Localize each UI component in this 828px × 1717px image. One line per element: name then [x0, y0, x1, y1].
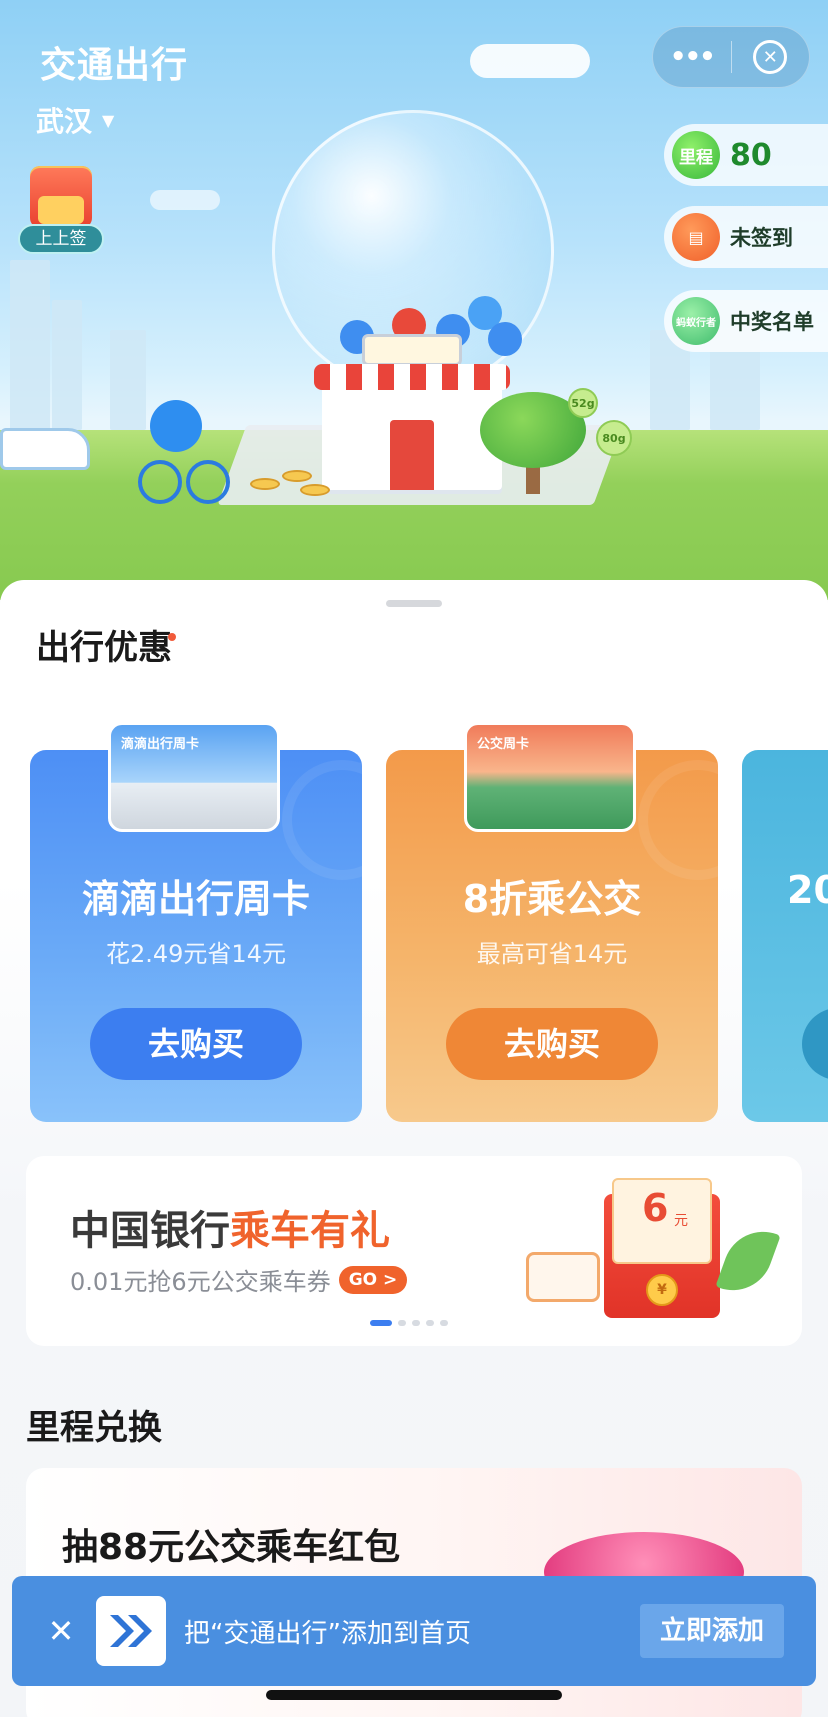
- app-logo-icon: [96, 1596, 166, 1666]
- card-decoration: [638, 760, 758, 880]
- close-x-icon[interactable]: ✕: [34, 1612, 88, 1650]
- carousel-dots: [370, 1320, 448, 1326]
- card-thumbnail: 公交周卡: [464, 722, 636, 832]
- lottery-title: 抽88元公交乘车红包: [62, 1527, 401, 1568]
- banner-subtitle: 0.01元抢6元公交乘车券 GO >: [70, 1262, 408, 1297]
- content-sheet: 出行优惠 滴滴出行周卡 滴滴出行周卡 花2.49元省14元 去购买 公交周卡 8…: [0, 580, 828, 1717]
- hero-banner: 交通出行 武汉 ▼ ••• ✕ 上上签 里程 80 ▤ 未签到 蚂蚁行者 中奖名…: [0, 0, 828, 600]
- banner-title: 中国银行乘车有礼: [70, 1198, 390, 1256]
- mileage-exchange-title: 里程兑换: [26, 1408, 162, 1448]
- store-awning: [314, 364, 510, 390]
- leaf-decoration: [715, 1220, 781, 1302]
- energy-bubble[interactable]: 80g: [596, 420, 632, 456]
- signin-label: 未签到: [730, 226, 793, 250]
- drag-handle[interactable]: [386, 600, 442, 607]
- winners-label: 中奖名单: [730, 310, 814, 334]
- mini-program-capsule: ••• ✕: [652, 26, 810, 88]
- card-subtitle: 最高可省14元: [476, 940, 628, 968]
- yuan-coin-icon: ¥: [646, 1274, 678, 1306]
- red-dot: [168, 633, 176, 641]
- thumbnail-label: 公交周卡: [477, 737, 530, 752]
- page-title: 交通出行: [40, 45, 189, 86]
- city-name: 武汉: [36, 105, 93, 138]
- fortune-draw-button[interactable]: 上上签: [18, 166, 104, 258]
- ball: [488, 322, 522, 356]
- thumbnail-label: 滴滴出行周卡: [121, 737, 200, 752]
- coupon-amount: 6: [642, 1186, 669, 1230]
- offer-card-bus[interactable]: 公交周卡 8折乘公交 最高可省14元 去购买: [386, 722, 758, 1122]
- mileage-icon: 里程: [672, 131, 720, 179]
- offer-card-partial[interactable]: 20: [742, 750, 828, 1122]
- card-name: 滴滴出行周卡: [81, 877, 310, 921]
- cloud: [470, 44, 590, 78]
- home-indicator: [266, 1690, 562, 1700]
- bike-wheel: [186, 460, 230, 504]
- target-close-icon: ✕: [753, 40, 788, 74]
- fortune-label: 上上签: [18, 224, 104, 254]
- fortune-box-icon: [30, 166, 92, 228]
- building: [10, 260, 50, 430]
- coin: [250, 478, 280, 490]
- offers-title: 出行优惠: [36, 620, 180, 669]
- offer-card-didi[interactable]: 滴滴出行周卡 滴滴出行周卡 花2.49元省14元 去购买: [30, 722, 402, 1122]
- carousel-dot[interactable]: [398, 1320, 406, 1326]
- boc-promo-banner[interactable]: 中国银行乘车有礼 0.01元抢6元公交乘车券 GO > 6元 ¥: [26, 1156, 802, 1346]
- coin: [300, 484, 330, 496]
- caret-down-icon: ▼: [102, 110, 115, 130]
- cloud: [150, 190, 220, 210]
- building: [52, 300, 82, 430]
- ant-mascot: [150, 400, 202, 452]
- bike-wheel: [138, 460, 182, 504]
- card-thumbnail: 滴滴出行周卡: [108, 722, 280, 832]
- city-selector[interactable]: 武汉 ▼: [36, 100, 114, 140]
- banner-title-highlight: 乘车有礼: [230, 1208, 390, 1254]
- card-name: 8折乘公交: [462, 877, 642, 921]
- add-now-button[interactable]: 立即添加: [640, 1604, 784, 1658]
- carousel-dot[interactable]: [412, 1320, 420, 1326]
- store-sign: [362, 334, 462, 366]
- carousel-dot-active[interactable]: [370, 1320, 392, 1326]
- bus-icon: [526, 1252, 600, 1302]
- card-name: 20: [787, 868, 828, 912]
- banner-subtitle-text: 0.01元抢6元公交乘车券: [70, 1268, 331, 1296]
- train-illustration: [0, 428, 90, 470]
- add-bar-text: 把“交通出行”添加到首页: [184, 1618, 471, 1649]
- mileage-value: 80: [730, 137, 772, 173]
- carousel-dot[interactable]: [426, 1320, 434, 1326]
- close-button[interactable]: ✕: [732, 40, 810, 74]
- card-subtitle: 花2.49元省14元: [106, 940, 286, 968]
- go-badge[interactable]: GO >: [338, 1265, 408, 1294]
- banner-title-plain: 中国银行: [70, 1208, 230, 1254]
- store-door: [390, 420, 434, 490]
- carousel-dot[interactable]: [440, 1320, 448, 1326]
- mileage-pill[interactable]: 里程 80: [664, 124, 828, 186]
- add-to-home-bar: ✕ 把“交通出行”添加到首页 立即添加: [12, 1576, 816, 1686]
- more-dots-icon[interactable]: •••: [653, 42, 731, 72]
- store-illustration: [314, 334, 510, 490]
- buy-button[interactable]: 去购买: [90, 1008, 302, 1080]
- card-decoration: [282, 760, 402, 880]
- signin-pill[interactable]: ▤ 未签到: [664, 206, 828, 268]
- energy-bubble[interactable]: 52g: [568, 388, 598, 418]
- offers-title-text: 出行优惠: [36, 628, 172, 668]
- coupon-note: 6元: [612, 1178, 712, 1264]
- calendar-icon: ▤: [672, 213, 720, 261]
- buy-button[interactable]: 去购买: [446, 1008, 658, 1080]
- building: [110, 330, 146, 430]
- coin: [282, 470, 312, 482]
- coupon-unit: 元: [674, 1213, 688, 1229]
- winners-pill[interactable]: 蚂蚁行者 中奖名单: [664, 290, 828, 352]
- ant-mascot-icon: 蚂蚁行者: [672, 297, 720, 345]
